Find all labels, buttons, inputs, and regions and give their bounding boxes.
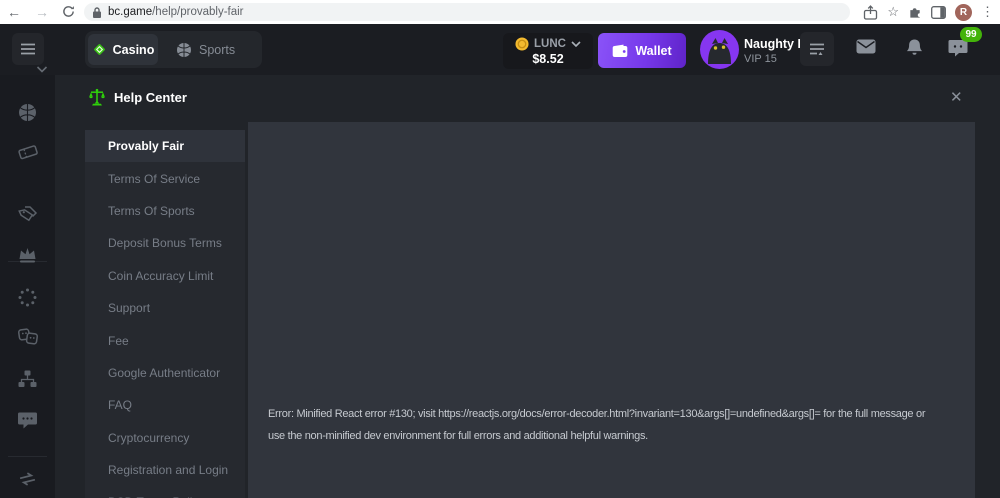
menu-item-terms-of-service[interactable]: Terms Of Service xyxy=(85,162,245,194)
sidebar-toggle-button[interactable] xyxy=(12,33,44,65)
rail-affiliate-icon[interactable] xyxy=(17,369,38,389)
currency-selector[interactable]: LUNC $8.52 xyxy=(503,33,593,69)
bell-icon xyxy=(906,38,923,57)
wallet-balance: $8.52 xyxy=(532,52,563,66)
help-content-panel: Error: Minified React error #130; visit … xyxy=(248,122,975,498)
scales-icon xyxy=(88,88,106,106)
browser-menu-kebab-icon[interactable]: ⋮ xyxy=(981,4,994,20)
forward-icon[interactable]: → xyxy=(32,0,52,24)
close-icon: ✕ xyxy=(950,89,963,106)
menu-item-provably-fair[interactable]: Provably Fair xyxy=(85,130,245,162)
username: Naughty Iv… xyxy=(744,37,806,51)
user-avatar[interactable] xyxy=(700,30,739,69)
vip-level: VIP 15 xyxy=(744,53,777,65)
rail-vip-crown-icon[interactable] xyxy=(17,246,38,264)
menu-item-cryptocurrency[interactable]: Cryptocurrency xyxy=(85,422,245,454)
browser-chrome: ← → bc.game/help/provably-fair ☆ R ⋮ xyxy=(0,0,1000,25)
rail-divider xyxy=(8,456,47,457)
menu-item-coin-accuracy-limit[interactable]: Coin Accuracy Limit xyxy=(85,260,245,292)
tab-casino[interactable]: Casino xyxy=(88,34,158,65)
rail-swap-icon[interactable] xyxy=(17,470,38,488)
messages-button[interactable] xyxy=(856,39,876,59)
url-text: bc.game/help/provably-fair xyxy=(108,6,244,18)
side-panel-icon[interactable] xyxy=(931,6,946,19)
help-center-header: Help Center xyxy=(88,88,187,106)
rail-shop-tags-icon[interactable] xyxy=(17,204,38,225)
menu-item-fee[interactable]: Fee xyxy=(85,324,245,356)
page-title: Help Center xyxy=(114,90,187,105)
bet-list-button[interactable] xyxy=(800,32,834,66)
rail-club-masks-icon[interactable] xyxy=(17,327,39,347)
chevron-down-icon xyxy=(571,41,581,47)
share-icon[interactable] xyxy=(863,5,878,20)
menu-item-deposit-bonus-terms[interactable]: Deposit Bonus Terms xyxy=(85,227,245,259)
wallet-label: Wallet xyxy=(635,44,671,58)
casino-label: Casino xyxy=(113,43,155,57)
react-error-message: Error: Minified React error #130; visit … xyxy=(268,403,925,447)
menu-item-bcd-terms-policy[interactable]: BCD Terms Policy xyxy=(85,486,245,498)
monster-avatar-image xyxy=(700,30,739,69)
chat-button[interactable] xyxy=(948,39,968,62)
lock-icon xyxy=(92,6,102,19)
site-topbar: Casino Sports LUNC $8.52 Wallet Naughty … xyxy=(0,24,1000,75)
menu-item-registration-and-login[interactable]: Registration and Login xyxy=(85,454,245,486)
tab-sports[interactable]: Sports xyxy=(176,42,235,58)
left-sidebar-rail xyxy=(0,75,55,498)
rail-bets-ticket-icon[interactable] xyxy=(17,142,39,162)
help-center-menu: Provably Fair Terms Of Service Terms Of … xyxy=(85,130,245,498)
address-bar[interactable]: bc.game/help/provably-fair xyxy=(84,3,850,21)
menu-item-support[interactable]: Support xyxy=(85,292,245,324)
casino-sports-switch: Casino Sports xyxy=(85,31,262,68)
wallet-button[interactable]: Wallet xyxy=(598,33,686,68)
sports-label: Sports xyxy=(199,43,235,57)
page: ← → bc.game/help/provably-fair ☆ R ⋮ Cas… xyxy=(0,0,1000,498)
rail-collapse-chevron-icon[interactable] xyxy=(36,66,48,73)
list-icon xyxy=(809,42,825,56)
rail-sports-icon[interactable] xyxy=(17,102,38,123)
hamburger-icon xyxy=(20,42,36,56)
casino-logo-icon xyxy=(92,42,107,57)
currency-code: LUNC xyxy=(534,38,566,50)
coin-icon xyxy=(515,37,529,51)
reload-icon[interactable] xyxy=(58,0,78,24)
rail-bonus-icon[interactable] xyxy=(17,287,38,308)
menu-item-terms-of-sports[interactable]: Terms Of Sports xyxy=(85,195,245,227)
close-button[interactable]: ✕ xyxy=(950,88,963,106)
envelope-icon xyxy=(856,39,876,54)
back-icon[interactable]: ← xyxy=(4,0,24,24)
sports-icon xyxy=(176,42,192,58)
menu-item-faq[interactable]: FAQ xyxy=(85,389,245,421)
extensions-icon[interactable] xyxy=(908,5,922,19)
menu-item-google-authenticator[interactable]: Google Authenticator xyxy=(85,357,245,389)
rail-forum-chat-icon[interactable] xyxy=(17,411,38,430)
browser-profile-avatar[interactable]: R xyxy=(955,4,972,21)
bookmark-star-icon[interactable]: ☆ xyxy=(887,4,899,20)
wallet-icon xyxy=(612,44,628,58)
notifications-button[interactable] xyxy=(906,38,923,62)
chat-unread-badge: 99 xyxy=(960,27,982,42)
